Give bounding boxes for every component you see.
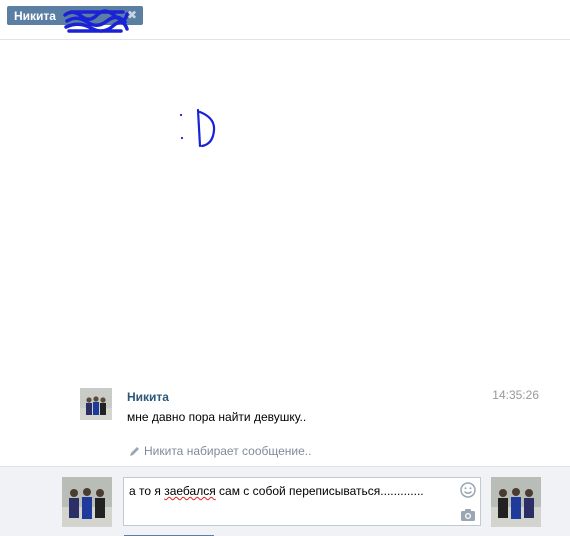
smile-icon[interactable] [460, 482, 476, 498]
peer-avatar[interactable] [491, 477, 541, 527]
typing-text: Никита набирает сообщение.. [144, 444, 312, 458]
chat-tab-label: Никита [14, 8, 56, 23]
message-input[interactable]: а то я заебался сам с собой переписывать… [123, 477, 481, 526]
message-item: Никита 14:35:26 мне давно пора найти дев… [80, 387, 560, 433]
typing-indicator: Никита набирает сообщение.. [129, 444, 311, 458]
message-author[interactable]: Никита [127, 390, 169, 404]
message-input-value: а то я заебался сам с собой переписывать… [129, 484, 424, 498]
redaction-scribble [63, 9, 129, 33]
message-history[interactable]: Никита 14:35:26 мне давно пора найти дев… [0, 41, 570, 466]
close-icon[interactable]: ✖ [127, 8, 137, 22]
message-composer: а то я заебался сам с собой переписывать… [0, 466, 570, 536]
chat-tabs-bar: Никита ✖ [0, 0, 570, 40]
message-text: мне давно пора найти девушку.. [127, 410, 307, 424]
message-time: 14:35:26 [492, 388, 539, 402]
chat-tab-nikita[interactable]: Никита ✖ [7, 6, 143, 33]
camera-icon[interactable] [460, 508, 476, 522]
hand-drawn-smiley [179, 108, 216, 148]
avatar[interactable] [80, 388, 112, 420]
pencil-icon [130, 446, 139, 456]
my-avatar[interactable] [62, 477, 112, 527]
